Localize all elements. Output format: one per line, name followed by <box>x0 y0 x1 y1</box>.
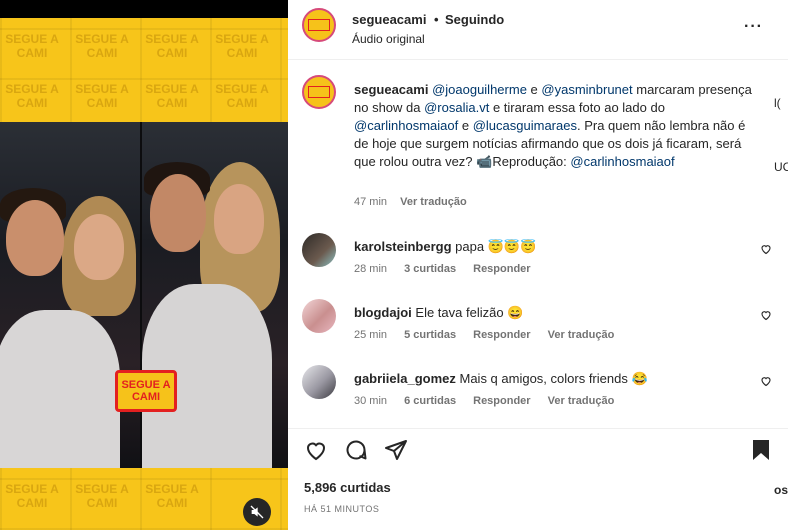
comment-item: karolsteinbergg papa 😇😇😇 28 min 3 curtid… <box>288 233 778 293</box>
commenter-avatar[interactable] <box>302 365 336 399</box>
caption-mention-link[interactable]: @joaoguilherme <box>432 82 527 97</box>
save-bookmark-icon[interactable] <box>750 438 772 462</box>
speaker-muted-icon <box>250 505 264 519</box>
comment-line: gabriiela_gomez Mais q amigos, colors fr… <box>354 371 648 387</box>
comment-translate-button[interactable]: Ver tradução <box>548 395 615 407</box>
caption-text-fragment: e <box>526 82 542 97</box>
comment-item: blogdajoi Ele tava felizão 😄 25 min 5 cu… <box>288 299 778 359</box>
like-comment-button[interactable] <box>760 243 772 258</box>
post-header: segueacami • Seguindo Áudio original ··· <box>288 0 788 60</box>
edge-overflow-text: os <box>774 483 788 497</box>
man-face-left <box>6 200 64 276</box>
caption-author-avatar[interactable] <box>302 75 336 109</box>
post-panel: segueacami • Seguindo Áudio original ···… <box>288 0 788 530</box>
commenter-username[interactable]: karolsteinbergg <box>354 239 452 254</box>
pattern-logo: SEGUE A CAMI <box>5 482 59 510</box>
woman-face-left <box>74 214 124 280</box>
comment-meta: 28 min 3 curtidas Responder <box>354 263 531 275</box>
reply-button[interactable]: Responder <box>473 329 530 341</box>
caption-text-fragment: e tiraram essa foto ao lado do <box>489 100 665 115</box>
heart-icon <box>761 245 771 255</box>
pattern-logo: SEGUE A CAMI <box>5 82 59 110</box>
pattern-logo: SEGUE A CAMI <box>75 82 129 110</box>
pattern-logo: SEGUE A CAMI <box>145 482 199 510</box>
comment-icon[interactable] <box>344 438 368 462</box>
heart-icon <box>761 311 771 321</box>
comment-likes-link[interactable]: 5 curtidas <box>404 329 456 341</box>
share-icon[interactable] <box>384 438 408 462</box>
caption-translate-button[interactable]: Ver tradução <box>400 196 467 208</box>
more-options-icon[interactable]: ··· <box>744 18 763 36</box>
audio-link[interactable]: Áudio original <box>352 32 425 46</box>
pattern-logo: SEGUE A CAMI <box>215 82 269 110</box>
comment-line: karolsteinbergg papa 😇😇😇 <box>354 239 536 255</box>
caption-mention-link[interactable]: @lucasguimaraes <box>473 118 577 133</box>
mute-button[interactable] <box>243 498 271 526</box>
man-shirt-left <box>0 310 120 468</box>
caption-mention-link[interactable]: @carlinhosmaiaof <box>354 118 458 133</box>
comment-likes-link[interactable]: 3 curtidas <box>404 263 456 275</box>
caption-text-fragment: e <box>458 118 473 133</box>
pattern-logo: SEGUE A CAMI <box>75 32 129 60</box>
post-time: HÁ 51 MINUTOS <box>304 504 380 514</box>
comment-time: 28 min <box>354 263 388 275</box>
heart-icon <box>761 377 771 387</box>
comment-meta: 30 min 6 curtidas Responder Ver tradução <box>354 395 614 407</box>
author-username[interactable]: segueacami <box>352 12 426 27</box>
caption-mention-link[interactable]: @yasminbrunet <box>541 82 632 97</box>
pattern-logo: SEGUE A CAMI <box>75 482 129 510</box>
comments-section: segueacami @joaoguilherme e @yasminbrune… <box>288 61 778 427</box>
brand-logo-icon <box>308 19 330 31</box>
like-comment-button[interactable] <box>760 309 772 324</box>
author-avatar[interactable] <box>302 8 336 42</box>
like-count[interactable]: 5,896 curtidas <box>304 480 391 495</box>
brand-logo-badge: SEGUE A CAMI <box>115 370 177 412</box>
caption-mention-link[interactable]: @carlinhosmaiaof <box>570 154 674 169</box>
reply-button[interactable]: Responder <box>473 263 530 275</box>
comment-time: 30 min <box>354 395 388 407</box>
like-comment-button[interactable] <box>760 375 772 390</box>
brand-logo-icon <box>308 86 330 98</box>
commenter-username[interactable]: blogdajoi <box>354 305 412 320</box>
comment-text: papa 😇😇😇 <box>455 239 537 254</box>
comment-line: blogdajoi Ele tava felizão 😄 <box>354 305 523 321</box>
commenter-username[interactable]: gabriiela_gomez <box>354 371 456 386</box>
caption-mention-link[interactable]: @rosalia.vt <box>424 100 489 115</box>
comment-time: 25 min <box>354 329 388 341</box>
comment-item: gabriiela_gomez Mais q amigos, colors fr… <box>288 365 778 425</box>
edge-overflow-text: UC <box>774 160 788 174</box>
woman-face-right <box>214 184 264 254</box>
edge-overflow-text: l( <box>774 96 781 110</box>
comment-meta: 25 min 5 curtidas Responder Ver tradução <box>354 329 614 341</box>
comment-text: Ele tava felizão 😄 <box>415 305 524 320</box>
video-photo <box>0 122 288 468</box>
caption-username[interactable]: segueacami <box>354 82 428 97</box>
separator-dot: • <box>434 12 439 27</box>
reel-video[interactable]: SEGUE A CAMI SEGUE A CAMI SEGUE A CAMI S… <box>0 0 288 530</box>
post-actions: 5,896 curtidas HÁ 51 MINUTOS <box>288 428 788 530</box>
caption-meta: 47 min Ver tradução <box>354 196 467 208</box>
commenter-avatar[interactable] <box>302 299 336 333</box>
pattern-logo: SEGUE A CAMI <box>215 32 269 60</box>
commenter-avatar[interactable] <box>302 233 336 267</box>
comment-translate-button[interactable]: Ver tradução <box>548 329 615 341</box>
caption-time: 47 min <box>354 196 388 208</box>
comment-text: Mais q amigos, colors friends 😂 <box>459 371 648 386</box>
comment-likes-link[interactable]: 6 curtidas <box>404 395 456 407</box>
caption-text-fragment: 📹Reprodução: <box>476 154 571 169</box>
caption: segueacami @joaoguilherme e @yasminbrune… <box>354 81 762 171</box>
man-face-right <box>150 174 206 252</box>
pattern-logo: SEGUE A CAMI <box>145 82 199 110</box>
video-top-bar <box>0 0 288 18</box>
reply-button[interactable]: Responder <box>473 395 530 407</box>
pattern-logo: SEGUE A CAMI <box>5 32 59 60</box>
like-heart-icon[interactable] <box>304 438 328 462</box>
pattern-logo: SEGUE A CAMI <box>145 32 199 60</box>
follow-status-button[interactable]: Seguindo <box>445 12 504 27</box>
